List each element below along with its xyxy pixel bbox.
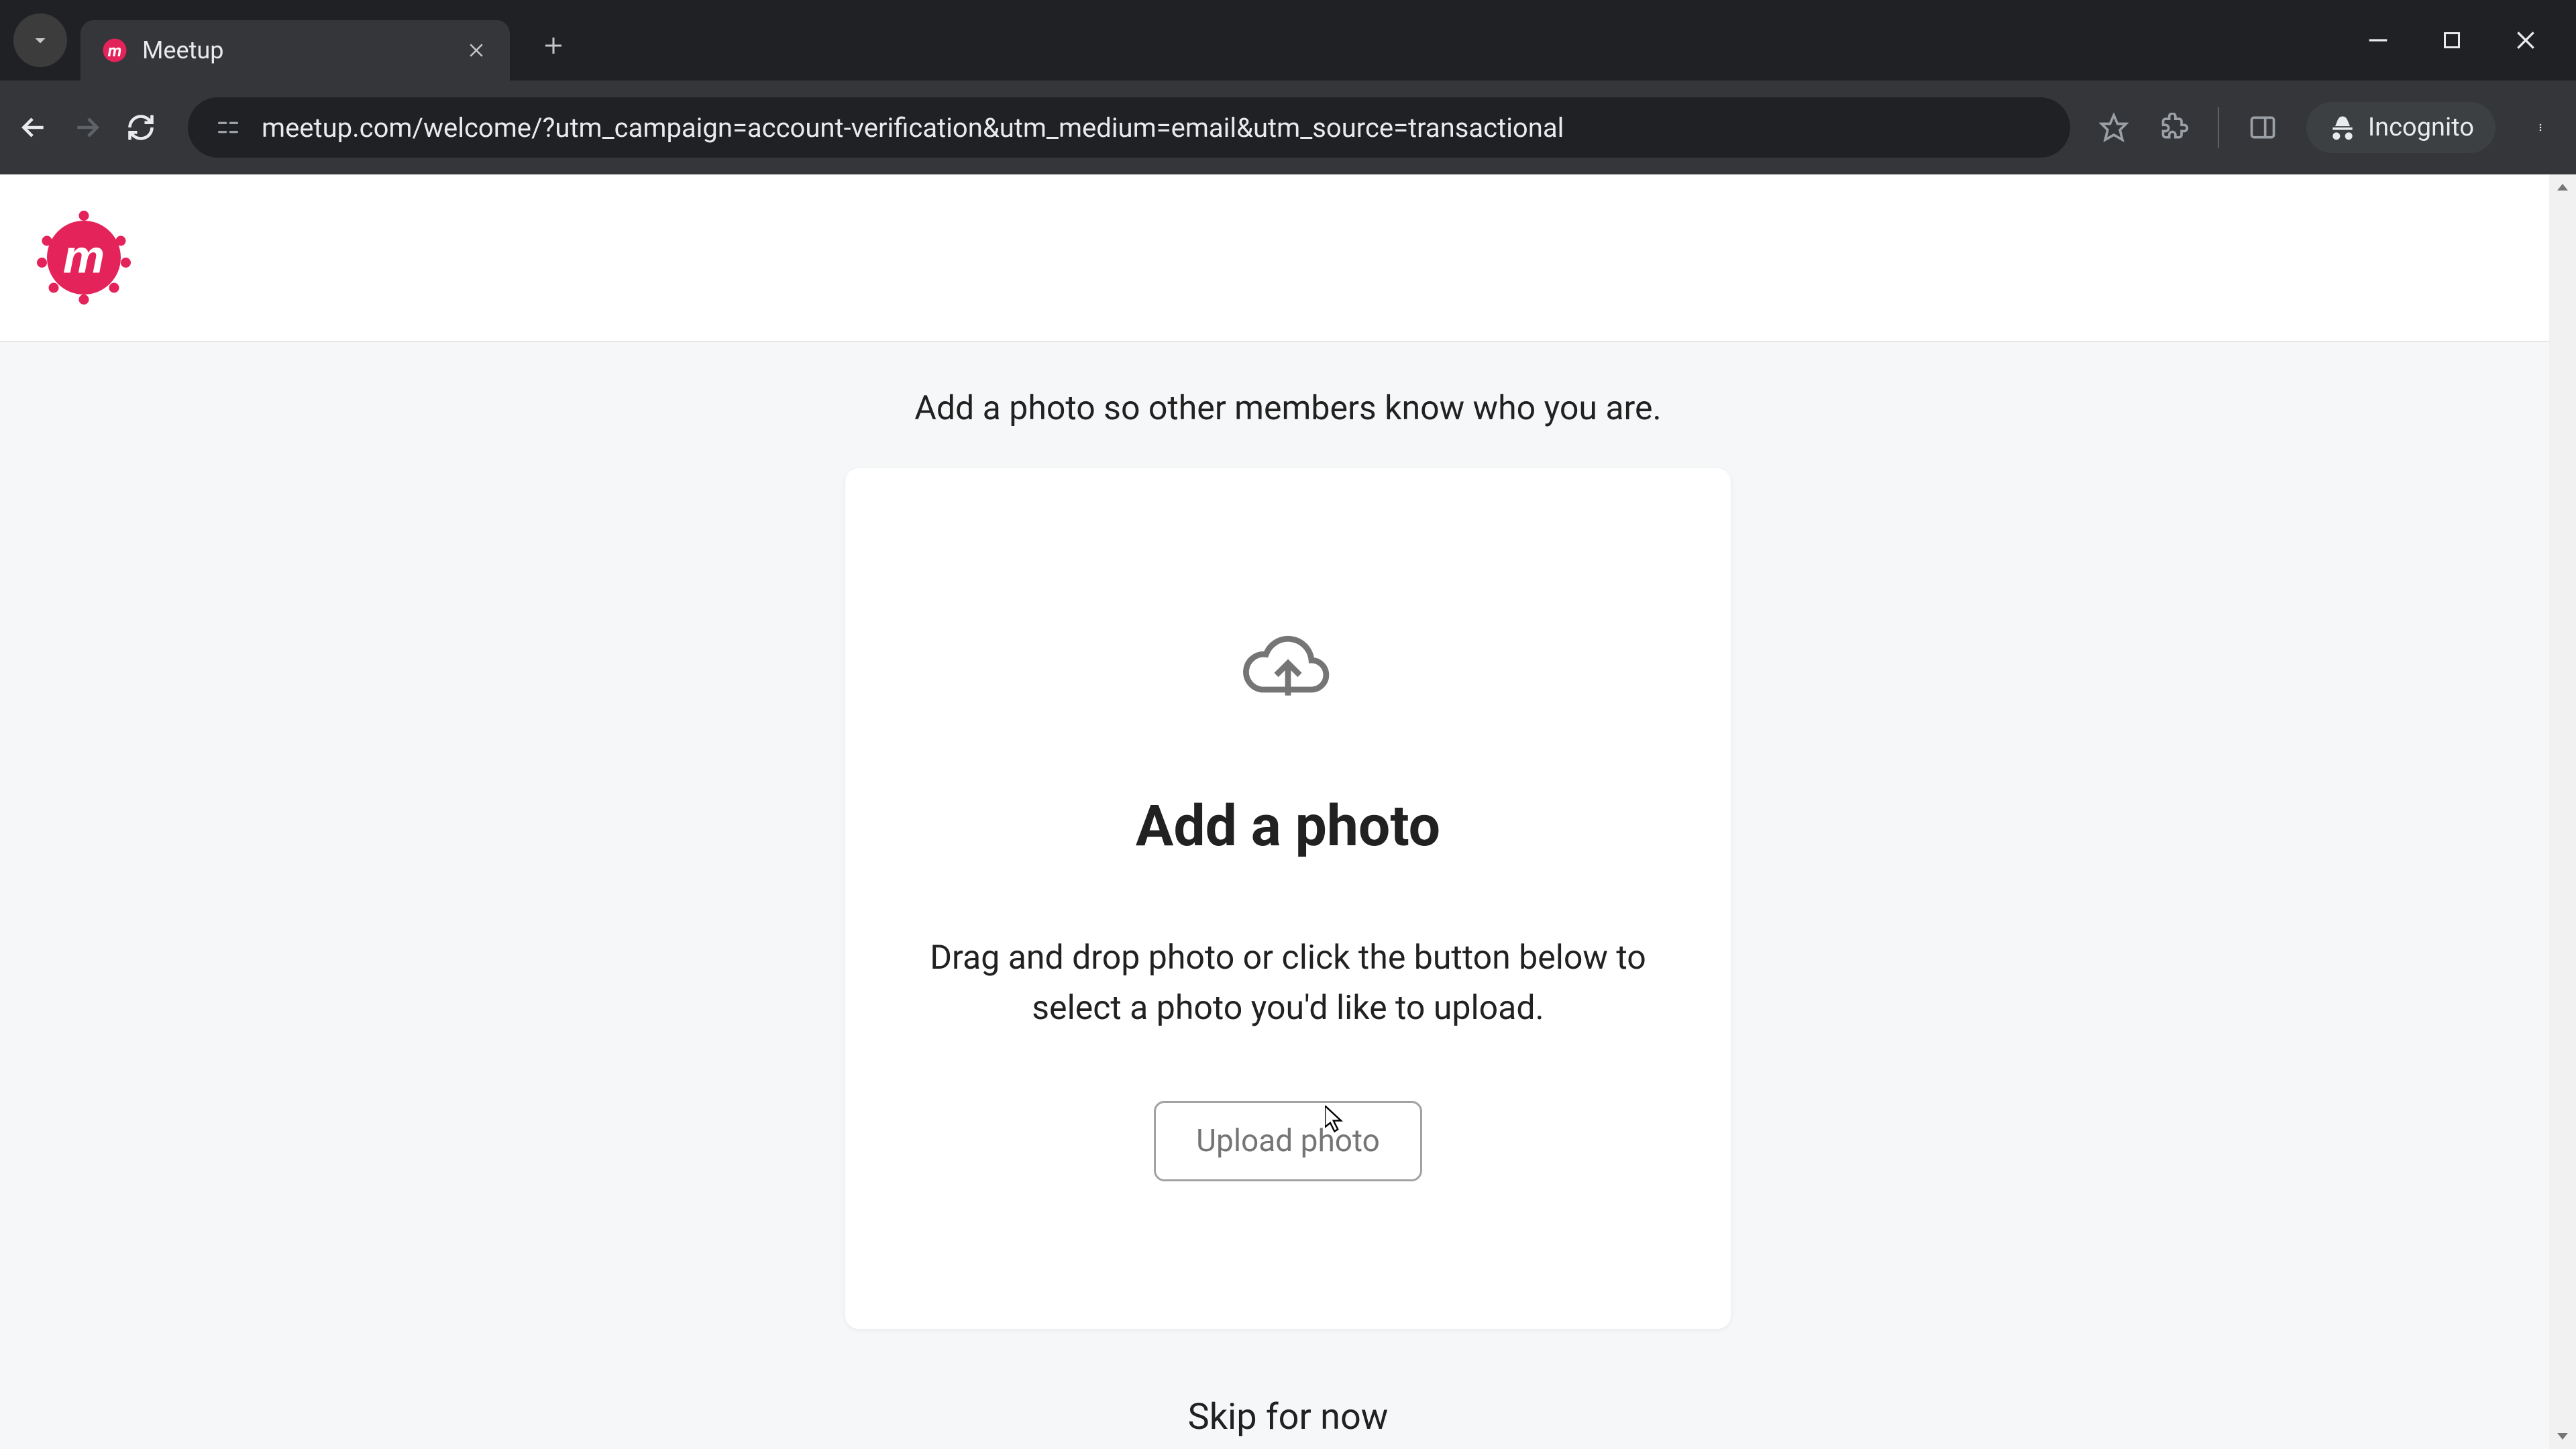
- scroll-up-icon[interactable]: [2549, 174, 2576, 201]
- scroll-down-icon[interactable]: [2549, 1422, 2576, 1449]
- incognito-label: Incognito: [2368, 113, 2474, 142]
- cloud-upload-icon: [1241, 623, 1335, 712]
- skip-link[interactable]: Skip for now: [1188, 1396, 1389, 1438]
- browser-tab[interactable]: m Meetup: [80, 20, 510, 80]
- tab-title: Meetup: [142, 36, 463, 64]
- menu-button[interactable]: [2522, 107, 2563, 148]
- card-description: Drag and drop photo or click the button …: [906, 933, 1670, 1034]
- extensions-icon[interactable]: [2157, 111, 2191, 144]
- svg-text:m: m: [108, 41, 122, 60]
- new-tab-button[interactable]: [530, 22, 577, 69]
- close-window-button[interactable]: [2509, 23, 2542, 57]
- scrollbar[interactable]: [2549, 174, 2576, 1449]
- maximize-button[interactable]: [2435, 23, 2469, 57]
- site-header: m: [0, 174, 2576, 342]
- main-area: Add a photo so other members know who yo…: [0, 342, 2576, 1449]
- card-heading: Add a photo: [1136, 793, 1440, 859]
- address-bar-row: meetup.com/welcome/?utm_campaign=account…: [0, 80, 2576, 174]
- tab-bar: m Meetup: [0, 0, 2576, 80]
- page-content: m Add a photo so other members know who …: [0, 174, 2576, 1449]
- upload-photo-button[interactable]: Upload photo: [1154, 1101, 1422, 1181]
- tab-close-button[interactable]: [463, 37, 490, 64]
- minimize-button[interactable]: [2361, 23, 2395, 57]
- url-text: meetup.com/welcome/?utm_campaign=account…: [262, 112, 2043, 144]
- reload-button[interactable]: [121, 107, 161, 148]
- intro-text: Add a photo so other members know who yo…: [914, 389, 1662, 428]
- incognito-badge[interactable]: Incognito: [2306, 102, 2496, 153]
- bookmark-icon[interactable]: [2097, 111, 2131, 144]
- address-bar[interactable]: meetup.com/welcome/?utm_campaign=account…: [188, 97, 2070, 158]
- svg-text:m: m: [63, 231, 105, 283]
- upload-card[interactable]: Add a photo Drag and drop photo or click…: [845, 468, 1731, 1329]
- window-controls: [2361, 23, 2542, 57]
- site-info-icon[interactable]: [215, 114, 241, 141]
- browser-chrome: m Meetup: [0, 0, 2576, 174]
- meetup-logo-icon[interactable]: m: [34, 211, 134, 305]
- side-panel-icon[interactable]: [2246, 111, 2279, 144]
- toolbar-icons: Incognito: [2097, 102, 2563, 153]
- forward-button[interactable]: [67, 107, 107, 148]
- tab-search-button[interactable]: [13, 13, 67, 67]
- back-button[interactable]: [13, 107, 54, 148]
- meetup-favicon-icon: m: [101, 36, 129, 64]
- toolbar-divider: [2218, 107, 2219, 148]
